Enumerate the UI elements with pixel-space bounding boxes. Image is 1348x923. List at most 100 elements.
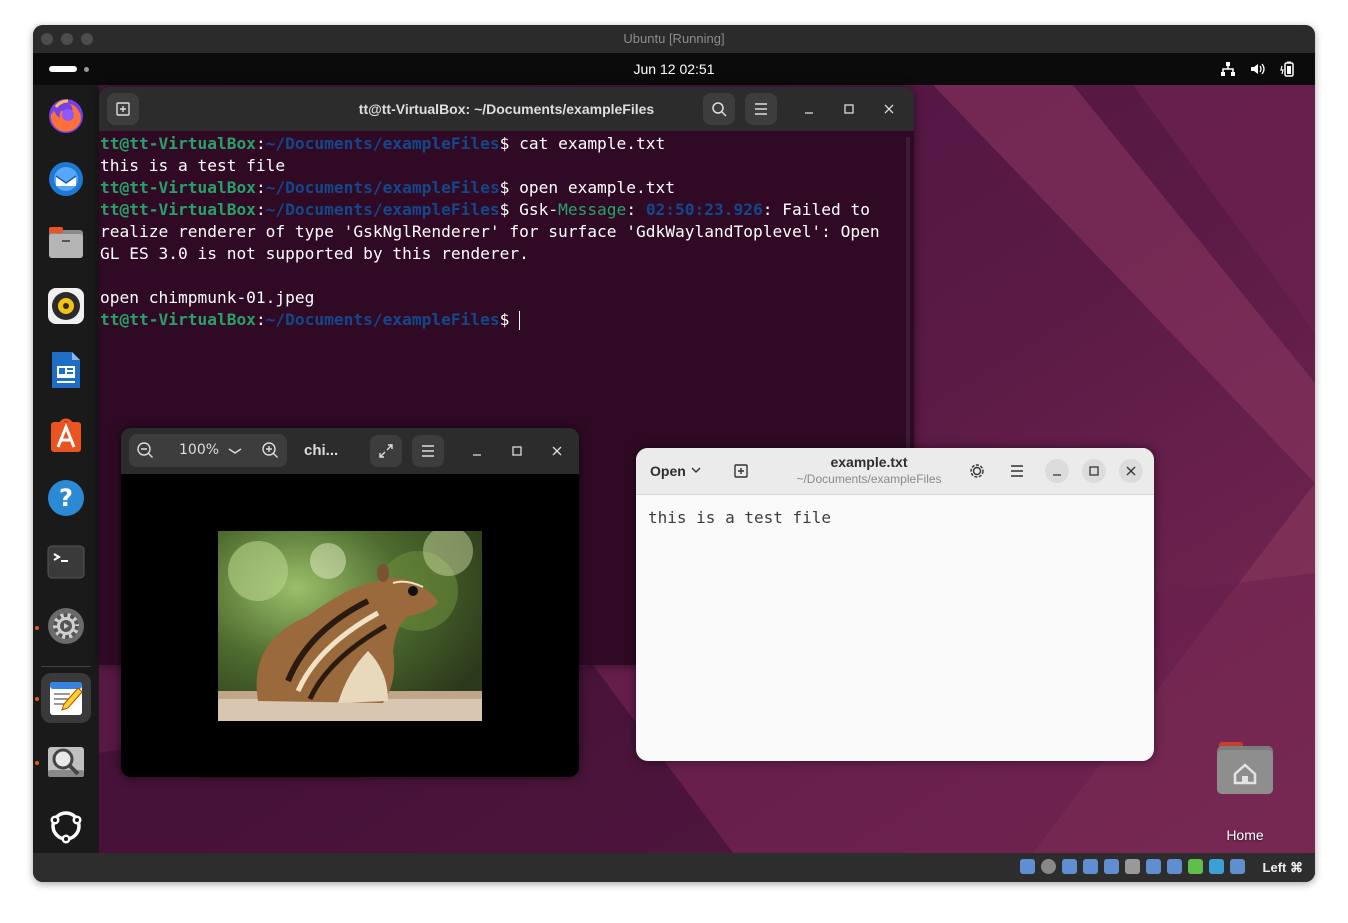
network-adapter-icon[interactable] — [1083, 859, 1098, 874]
maximize-icon — [512, 446, 522, 456]
optical-drive-icon[interactable] — [1020, 859, 1035, 874]
terminal-line: tt@tt-VirtualBox:~/Documents/exampleFile… — [100, 310, 521, 330]
thunderbird-icon — [49, 162, 83, 196]
close-icon — [884, 104, 894, 114]
virtualbox-device-icons[interactable] — [1020, 859, 1245, 874]
volume-icon[interactable] — [1249, 60, 1267, 78]
close-icon — [1126, 466, 1136, 476]
minimize-icon — [1053, 474, 1061, 476]
minimize-icon — [805, 112, 813, 114]
document-settings-button[interactable] — [966, 460, 988, 482]
terminal-maximize-button[interactable] — [839, 99, 859, 119]
image-viewer-close-button[interactable] — [547, 441, 567, 461]
terminal-line: this is a test file — [100, 156, 286, 175]
search-icon — [712, 102, 727, 117]
terminal-search-button[interactable] — [703, 93, 735, 125]
terminal-menu-button[interactable] — [745, 93, 777, 125]
image-viewer-maximize-button[interactable] — [507, 441, 527, 461]
ubuntu-screen: Jun 12 02:51 ? tt@tt-VirtualBox: ~/Docum… — [33, 53, 1315, 853]
zoom-in-button[interactable] — [254, 434, 287, 467]
home-folder-icon — [1217, 742, 1273, 794]
terminal-line: tt@tt-VirtualBox:~/Documents/exampleFile… — [100, 134, 666, 153]
svg-text:?: ? — [59, 484, 73, 512]
battery-icon[interactable] — [1279, 60, 1297, 78]
files-icon — [49, 227, 83, 258]
text-editor-close-button[interactable] — [1119, 459, 1143, 483]
network-icon[interactable] — [1219, 60, 1237, 78]
text-editor-headerbar[interactable]: Open example.txt ~/Documents/exampleFile… — [636, 448, 1154, 495]
dock-item-settings[interactable] — [41, 601, 91, 651]
terminal-line: tt@tt-VirtualBox:~/Documents/exampleFile… — [100, 178, 676, 197]
text-editor-maximize-button[interactable] — [1082, 459, 1106, 483]
text-editor-icon — [50, 682, 83, 715]
clock[interactable]: Jun 12 02:51 — [33, 53, 1315, 85]
virtualbox-status-bar: Left ⌘ — [33, 853, 1315, 882]
usb-icon[interactable] — [1104, 859, 1119, 874]
chipmunk-photo — [218, 531, 482, 721]
dock-item-help[interactable]: ? — [41, 473, 91, 523]
zoom-controls: 100% — [129, 434, 287, 467]
chevron-down-icon — [228, 448, 242, 454]
terminal-output[interactable]: tt@tt-VirtualBox:~/Documents/exampleFile… — [100, 133, 905, 331]
image-viewer-title: chi... — [304, 442, 339, 459]
dock-item-rhythmbox[interactable] — [41, 281, 91, 331]
app-center-icon — [51, 418, 81, 452]
dock-item-writer[interactable] — [41, 345, 91, 395]
guest-additions-icon[interactable] — [1209, 859, 1224, 874]
text-editor-menu-button[interactable] — [1006, 460, 1028, 482]
dock-item-firefox[interactable] — [41, 90, 91, 140]
terminal-line: realize renderer of type 'GskNglRenderer… — [100, 222, 880, 241]
dock-item-app-center[interactable] — [41, 409, 91, 459]
firefox-icon — [49, 99, 83, 133]
text-editor-running-indicator — [35, 697, 39, 701]
document-path: ~/Documents/exampleFiles — [796, 472, 942, 486]
text-editor-window[interactable]: Open example.txt ~/Documents/exampleFile… — [636, 448, 1154, 761]
text-editor-content[interactable]: this is a test file — [648, 508, 831, 527]
desktop-home-icon[interactable] — [1213, 738, 1277, 802]
fullscreen-icon — [379, 444, 393, 458]
dock-item-thunderbird[interactable] — [41, 153, 91, 203]
text-editor-minimize-button[interactable] — [1045, 459, 1069, 483]
top-bar: Jun 12 02:51 — [33, 53, 1315, 85]
keyboard-capture-icon[interactable] — [1230, 859, 1245, 874]
terminal-minimize-button[interactable] — [799, 99, 819, 119]
dock-item-terminal[interactable] — [41, 537, 91, 587]
hamburger-menu-icon — [422, 445, 434, 457]
recording-icon[interactable] — [1167, 859, 1182, 874]
image-viewer-minimize-button[interactable] — [467, 441, 487, 461]
system-tray[interactable] — [1219, 60, 1297, 78]
shared-folders-icon[interactable] — [1125, 859, 1140, 874]
dock-item-text-editor[interactable] — [41, 673, 91, 723]
dock-item-show-apps[interactable] — [41, 801, 91, 851]
hard-disk-icon[interactable] — [1041, 859, 1056, 874]
maximize-icon — [1089, 466, 1099, 476]
terminal-close-button[interactable] — [879, 99, 899, 119]
terminal-line: open chimpmunk-01.jpeg — [100, 288, 315, 307]
zoom-level[interactable]: 100% — [179, 434, 219, 467]
hamburger-menu-icon — [1011, 465, 1023, 477]
terminal-headerbar[interactable]: tt@tt-VirtualBox: ~/Documents/exampleFil… — [99, 87, 914, 131]
image-viewer-menu-button[interactable] — [412, 435, 444, 467]
image-viewer-headerbar[interactable]: 100% chi... — [121, 428, 579, 474]
display-icon[interactable] — [1146, 859, 1161, 874]
image-viewer-window[interactable]: 100% chi... — [121, 428, 579, 777]
terminal-icon — [47, 545, 85, 579]
fullscreen-button[interactable] — [370, 435, 402, 467]
dock-item-files[interactable] — [41, 217, 91, 267]
help-icon: ? — [48, 480, 84, 516]
dock-item-image-viewer[interactable] — [41, 737, 91, 787]
document-title: example.txt — [830, 454, 908, 470]
gear-icon — [970, 464, 984, 478]
cpu-icon[interactable] — [1188, 859, 1203, 874]
close-icon — [552, 446, 562, 456]
host-key-label: Left ⌘ — [1262, 860, 1303, 875]
virtualbox-title: Ubuntu [Running] — [623, 31, 725, 46]
rhythmbox-icon — [48, 288, 84, 324]
terminal-running-indicator — [35, 626, 39, 630]
zoom-out-button[interactable] — [129, 434, 162, 467]
text-cursor — [519, 311, 521, 330]
audio-icon[interactable] — [1062, 859, 1077, 874]
zoom-dropdown[interactable] — [225, 434, 245, 467]
image-viewer-icon — [48, 747, 84, 777]
terminal-title: tt@tt-VirtualBox: ~/Documents/exampleFil… — [358, 101, 655, 117]
